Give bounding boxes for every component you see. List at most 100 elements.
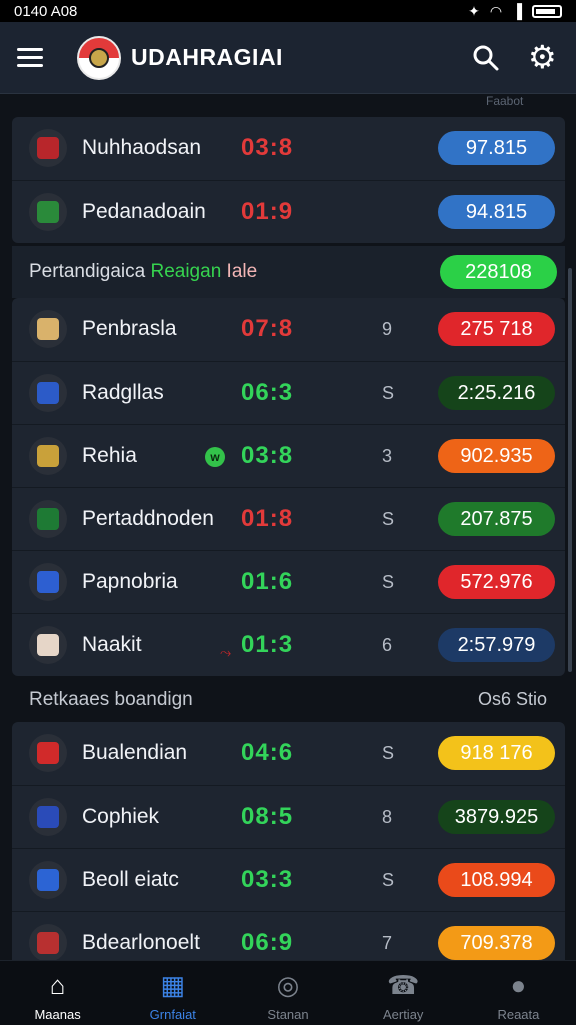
odds-button[interactable]: 902.935 bbox=[438, 439, 555, 473]
odds-button[interactable]: 572.976 bbox=[438, 565, 555, 599]
match-score: 03:8 bbox=[241, 134, 294, 161]
nav-item-phone[interactable]: ☎ Aertiay bbox=[346, 961, 461, 1025]
nav-label: Aertiay bbox=[382, 1007, 424, 1022]
app-bar: UDAHRAGIAI ⚙ bbox=[0, 22, 576, 94]
odds-button[interactable]: 94.815 bbox=[438, 195, 555, 229]
match-score: 01:6 bbox=[241, 568, 294, 595]
team-crest-icon bbox=[29, 129, 67, 167]
gear-icon[interactable]: ⚙ bbox=[528, 41, 560, 73]
match-score: 08:5 bbox=[241, 803, 294, 830]
match-minute: S bbox=[382, 572, 395, 592]
nav-label: Reaata bbox=[497, 1007, 540, 1022]
match-minute: S bbox=[382, 383, 395, 403]
odds-button[interactable]: 97.815 bbox=[438, 131, 555, 165]
section-title-highlight: Reaigan bbox=[150, 261, 222, 282]
section-header-live: Pertandigaica Reaigan Iale 228108 bbox=[12, 246, 565, 298]
ball-icon: ◎ bbox=[276, 969, 300, 1000]
team-name: Beoll eiatc bbox=[82, 868, 179, 891]
team-crest-icon bbox=[29, 310, 67, 348]
app-logo bbox=[77, 35, 121, 80]
team-crest-icon bbox=[29, 437, 67, 475]
match-score: 06:3 bbox=[241, 379, 294, 406]
menu-icon[interactable] bbox=[17, 48, 43, 67]
bluetooth-icon: ✦ bbox=[468, 2, 480, 19]
match-score: 06:9 bbox=[241, 929, 294, 956]
team-name: Radgllas bbox=[82, 381, 164, 404]
nav-label: Maanas bbox=[34, 1007, 81, 1022]
match-score: 03:8 bbox=[241, 442, 294, 469]
calendar-icon: ▦ bbox=[160, 969, 186, 1000]
nav-item-calendar[interactable]: ▦ Grnfaiat bbox=[115, 961, 230, 1025]
nav-item-home[interactable]: ⌂ Maanas bbox=[0, 961, 115, 1025]
nav-label: Grnfaiat bbox=[149, 1007, 196, 1022]
battery-icon bbox=[532, 4, 562, 18]
nav-label: Stanan bbox=[267, 1007, 309, 1022]
match-row[interactable]: Rehia w 03:8 3 902.935 bbox=[12, 424, 565, 487]
team-name: Penbrasla bbox=[82, 317, 177, 340]
match-row[interactable]: Cophiek 08:5 8 3879.925 bbox=[12, 785, 565, 848]
match-score: 01:9 bbox=[241, 198, 294, 225]
team-crest-icon bbox=[29, 861, 67, 899]
match-minute: 6 bbox=[382, 635, 393, 655]
odds-button[interactable]: 709.378 bbox=[438, 926, 555, 960]
status-icons: ✦ ◠ ▐ bbox=[468, 3, 562, 20]
match-minute: S bbox=[382, 509, 395, 529]
team-name: Papnobria bbox=[82, 570, 178, 593]
team-crest-icon bbox=[29, 924, 67, 962]
team-crest-icon bbox=[29, 563, 67, 601]
match-row[interactable]: Nuhhaodsan 03:8 97.815 bbox=[12, 117, 565, 180]
team-crest-icon bbox=[29, 193, 67, 231]
match-row[interactable]: Pedanadoain 01:9 94.815 bbox=[12, 180, 565, 243]
odds-button[interactable]: 207.875 bbox=[438, 502, 555, 536]
section-title: Retkaaes boandign bbox=[29, 689, 193, 710]
match-score: 03:3 bbox=[241, 866, 294, 893]
team-crest-icon bbox=[29, 374, 67, 412]
team-name: Cophiek bbox=[82, 805, 160, 828]
match-row[interactable]: Penbrasla 07:8 9 275 718 bbox=[12, 298, 565, 361]
match-row[interactable]: Pertaddnoden 01:8 S 207.875 bbox=[12, 487, 565, 550]
odds-button[interactable]: 3879.925 bbox=[438, 800, 555, 834]
section-title: Pertandigaica Reaigan Iale bbox=[29, 261, 257, 283]
section-title-suffix: Iale bbox=[226, 261, 258, 282]
status-time: 0140 A08 bbox=[14, 2, 78, 20]
section-link[interactable]: Os6 Stio bbox=[478, 689, 547, 710]
team-name: Nuhhaodsan bbox=[82, 136, 202, 159]
team-name: Bualendian bbox=[82, 741, 188, 764]
live-indicator-icon: w bbox=[205, 447, 225, 467]
match-group-2: Penbrasla 07:8 9 275 718 Radgllas 06:3 S 2:25.2… bbox=[12, 298, 565, 676]
nav-item-profile[interactable]: ● Reaata bbox=[461, 961, 576, 1025]
team-name: Pertaddnoden bbox=[82, 507, 214, 530]
match-row[interactable]: Naakit ⤳ 01:3 6 2:57.979 bbox=[12, 613, 565, 676]
odds-button[interactable]: 918 176 bbox=[438, 736, 555, 770]
bottom-navigation: ⌂ Maanas ▦ Grnfaiat ◎ Stanan ☎ Aertiay ● Reaata bbox=[0, 960, 576, 1025]
odds-button[interactable]: 275 718 bbox=[438, 312, 555, 346]
event-mark-icon: ⤳ bbox=[220, 644, 232, 660]
app-title: UDAHRAGIAI bbox=[131, 44, 283, 70]
section-count-pill[interactable]: 228108 bbox=[440, 255, 557, 289]
search-icon[interactable] bbox=[472, 44, 500, 72]
team-crest-icon bbox=[29, 798, 67, 836]
home-icon: ⌂ bbox=[49, 969, 66, 1000]
wifi-icon: ◠ bbox=[489, 2, 503, 19]
match-row[interactable]: Beoll eiatc 03:3 S 108.994 bbox=[12, 848, 565, 911]
scrollbar[interactable] bbox=[568, 268, 572, 672]
section-title-prefix: Pertandigaica bbox=[29, 261, 146, 282]
section-header-upcoming: Retkaaes boandign Os6 Stio bbox=[12, 677, 565, 723]
odds-button[interactable]: 108.994 bbox=[438, 863, 555, 897]
team-crest-icon bbox=[29, 500, 67, 538]
match-group-1: Nuhhaodsan 03:8 97.815 Pedanadoain 01:9 94.81… bbox=[12, 117, 565, 243]
match-row[interactable]: Radgllas 06:3 S 2:25.216 bbox=[12, 361, 565, 424]
phone-icon: ☎ bbox=[387, 969, 420, 1000]
odds-button[interactable]: 2:57.979 bbox=[438, 628, 555, 662]
match-score: 07:8 bbox=[241, 315, 294, 342]
team-name: Bdearlonoelt bbox=[82, 931, 200, 954]
match-minute: S bbox=[382, 870, 395, 890]
odds-button[interactable]: 2:25.216 bbox=[438, 376, 555, 410]
match-row[interactable]: Papnobria 01:6 S 572.976 bbox=[12, 550, 565, 613]
match-minute: 9 bbox=[382, 319, 393, 339]
status-bar: 0140 A08 ✦ ◠ ▐ bbox=[0, 0, 576, 22]
team-name: Rehia bbox=[82, 444, 137, 467]
match-row[interactable]: Bualendian 04:6 S 918 176 bbox=[12, 722, 565, 785]
match-score: 01:3 bbox=[241, 631, 294, 658]
nav-item-ball[interactable]: ◎ Stanan bbox=[230, 961, 345, 1025]
